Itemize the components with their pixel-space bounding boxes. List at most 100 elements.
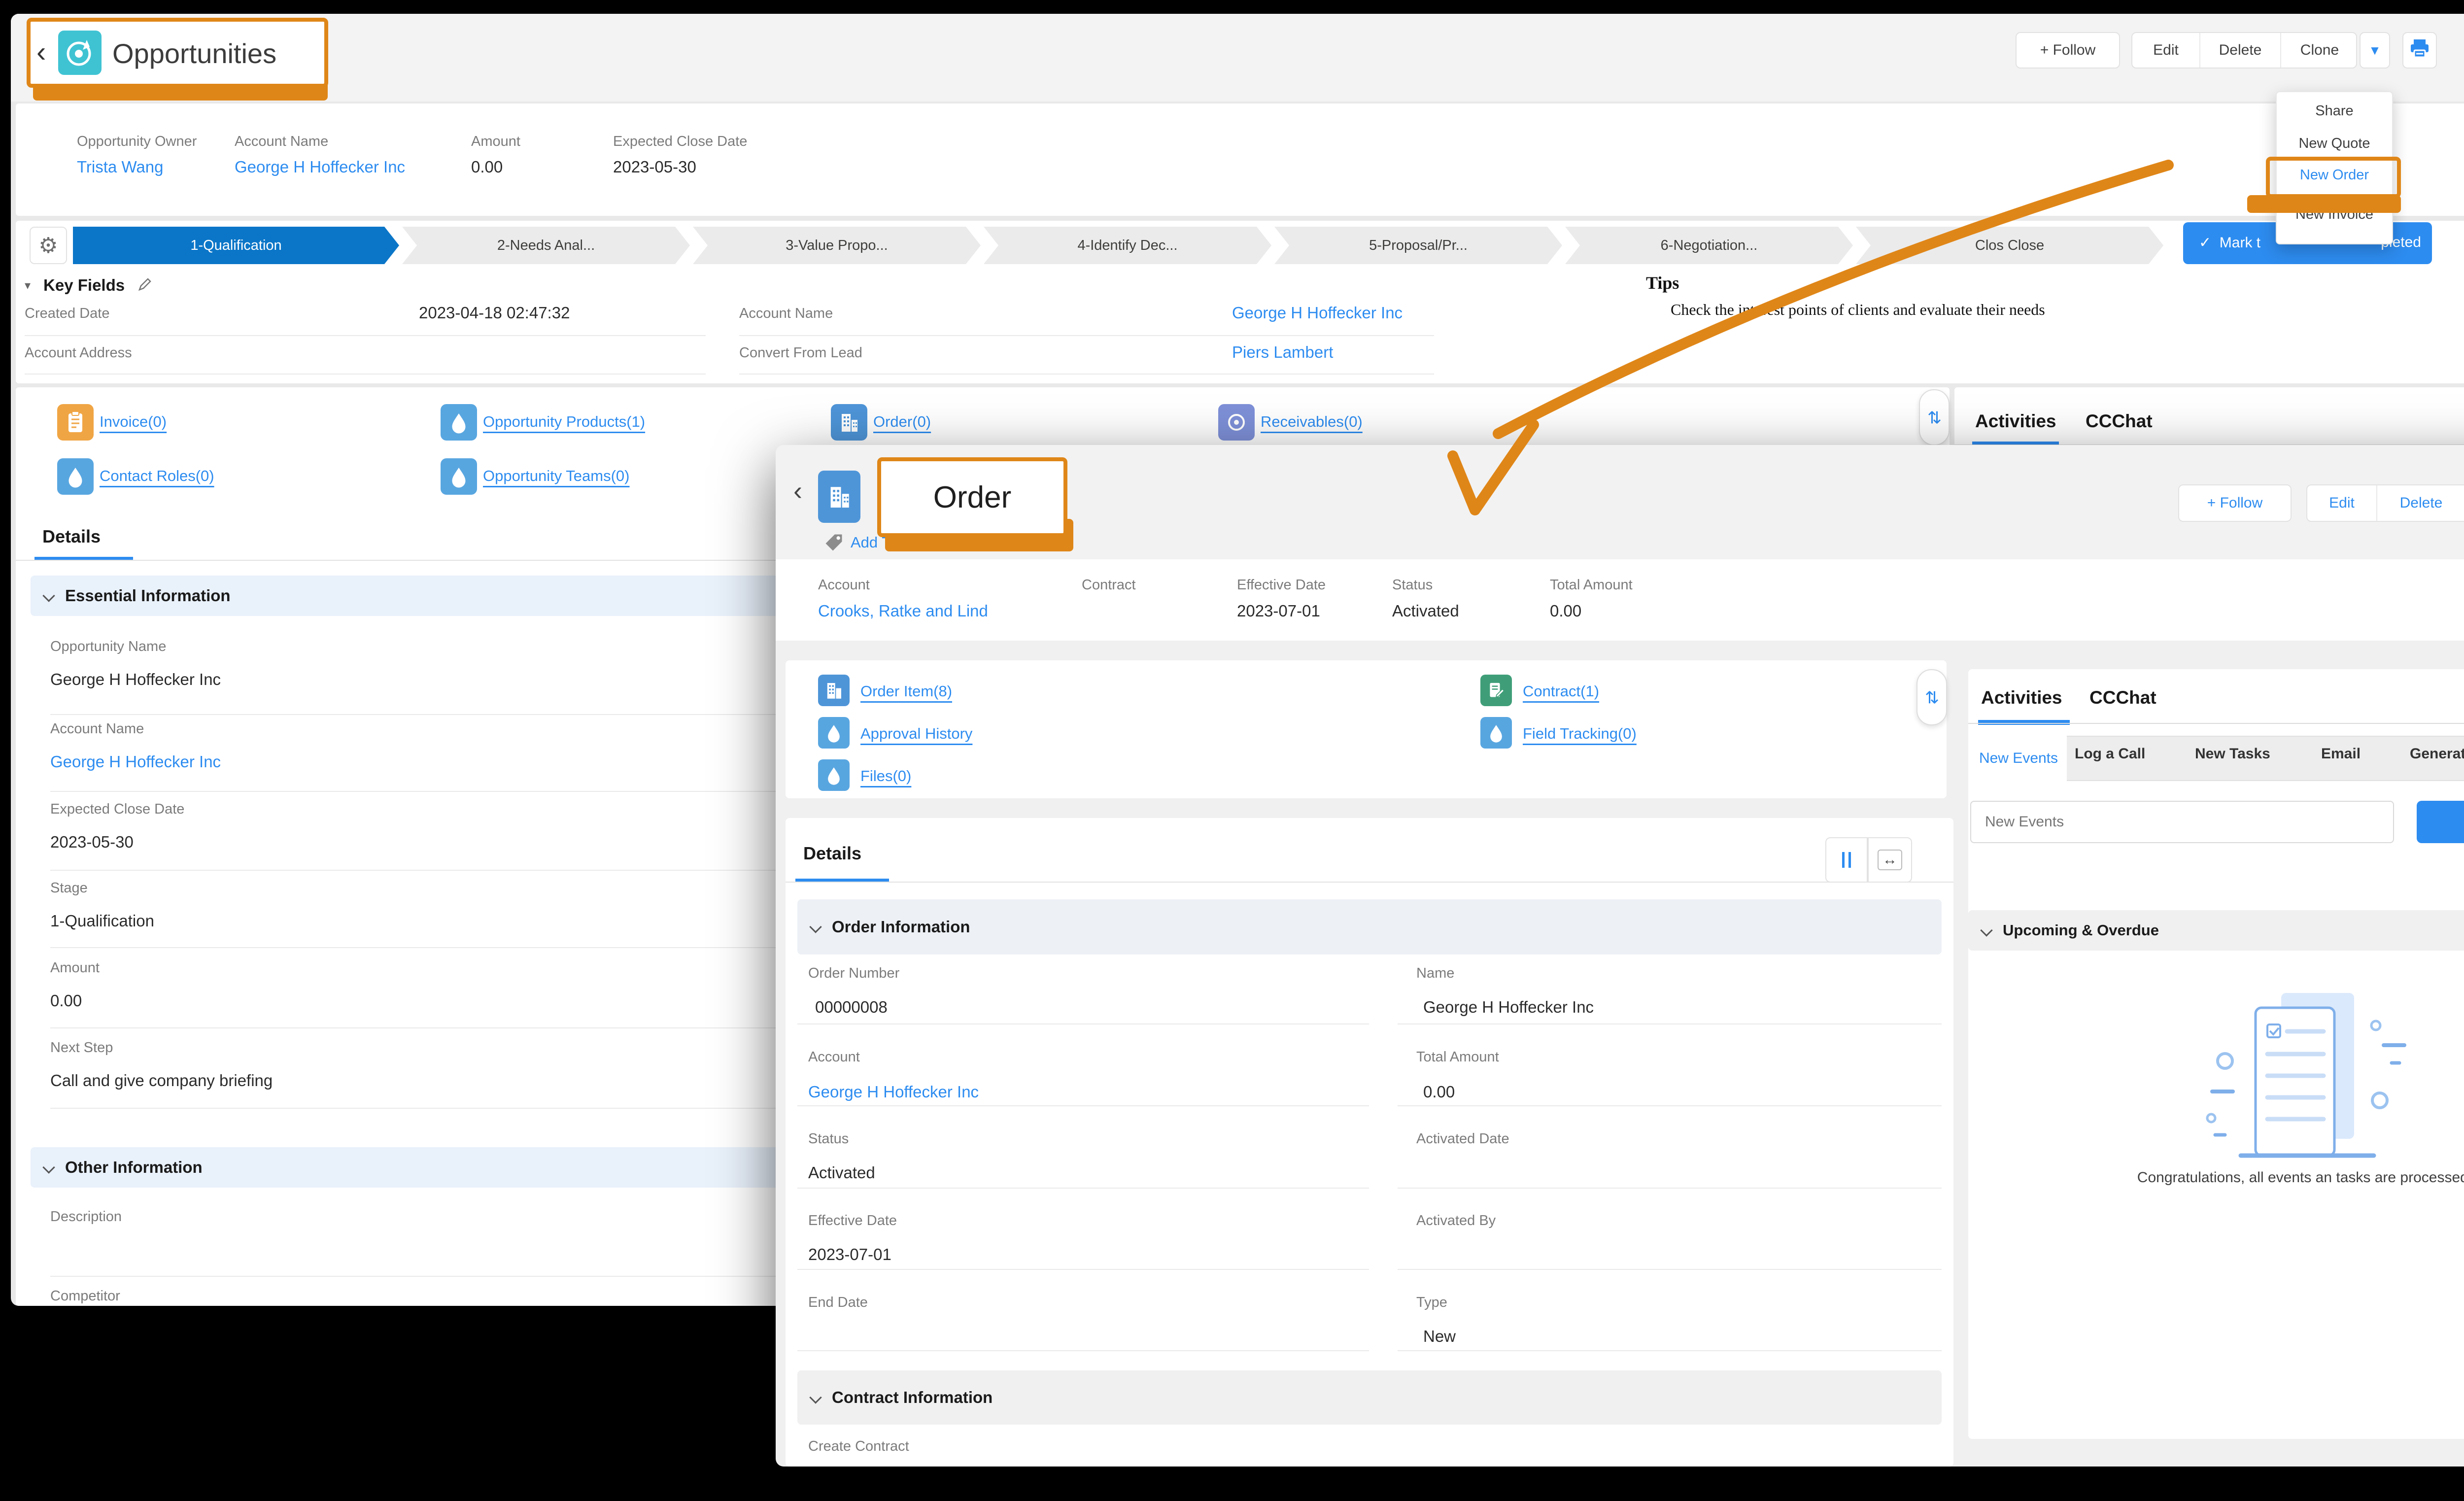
refresh-expand-links[interactable]: Refresh · Expand All — [2254, 878, 2464, 894]
popup-back-chevron-icon[interactable]: ‹ — [793, 476, 802, 506]
order-information-header[interactable]: Order Information — [797, 899, 1942, 955]
subtab-generate-document[interactable]: Generate Document — [2410, 746, 2464, 762]
field-account-name-label: Account Name — [50, 721, 144, 737]
subtab-email-label: Email — [2321, 746, 2361, 762]
kf-account-name-value[interactable]: George H Hoffecker Inc — [1232, 304, 1403, 322]
popup-related-contract-link[interactable]: Contract(1) — [1523, 682, 1599, 700]
po-total-amount-label: Total Amount — [1416, 1049, 1499, 1065]
subtab-log-a-call[interactable]: Log a Call — [2075, 746, 2145, 762]
popup-related-order-item-link[interactable]: Order Item(8) — [860, 682, 952, 700]
divider — [25, 335, 706, 336]
po-total-amount-value: 0.00 — [1423, 1083, 1455, 1101]
clone-button[interactable]: Clone — [2280, 33, 2358, 68]
order-annotation-box: Order — [877, 457, 1067, 537]
popup-details-tab[interactable]: Details — [803, 843, 861, 864]
related-invoice-link[interactable]: Invoice(0) — [100, 413, 167, 431]
essential-information-title: Essential Information — [65, 586, 231, 605]
popup-related-approval-history-link[interactable]: Approval History — [860, 725, 972, 743]
main-collapse-handle[interactable]: ⇄ — [1919, 389, 1950, 445]
popup-tabs-baseline — [1968, 723, 2464, 724]
subtab-new-events-label: New Events — [1979, 750, 2058, 767]
mark-button-left-fragment: ✓ Mark t — [2199, 234, 2260, 251]
divider — [1398, 1023, 1942, 1024]
po-account-value[interactable]: George H Hoffecker Inc — [808, 1083, 979, 1101]
popup-related-field-tracking-link[interactable]: Field Tracking(0) — [1523, 725, 1637, 743]
stage-label: Clos Close — [1975, 238, 2044, 254]
kf-created-date-label: Created Date — [25, 306, 110, 322]
popup-tab-ccchat[interactable]: CCChat — [2089, 687, 2156, 708]
opportunity-products-icon — [441, 404, 477, 441]
expand-columns-button[interactable]: ↔ — [1868, 837, 1912, 883]
stage-label: 6-Negotiation... — [1661, 238, 1758, 254]
tips-text: Check the interest points of clients and… — [1671, 301, 2045, 319]
follow-button[interactable]: + Follow — [2016, 32, 2120, 68]
receivables-icon — [1218, 404, 1255, 441]
related-opportunity-products-link[interactable]: Opportunity Products(1) — [483, 413, 645, 431]
stage-label: 2-Needs Anal... — [497, 238, 595, 254]
kf-created-date-value: 2023-04-18 02:47:32 — [419, 304, 570, 322]
field-expected-close-date-label: Expected Close Date — [50, 801, 184, 818]
po-name-label: Name — [1416, 965, 1454, 982]
order-icon — [831, 404, 867, 441]
delete-button[interactable]: Delete — [2199, 33, 2280, 68]
subtab-new-tasks-label: New Tasks — [2195, 746, 2270, 762]
path-stage-needs-analysis[interactable]: 2-Needs Anal... — [402, 227, 690, 264]
subtab-new-events[interactable]: New Events — [1970, 734, 2067, 783]
divider — [797, 1350, 1369, 1351]
key-fields-header[interactable]: ▾ Key Fields — [25, 276, 152, 295]
back-chevron-icon[interactable]: ‹ — [36, 35, 46, 68]
subtab-email[interactable]: Email — [2321, 746, 2361, 762]
edit-button[interactable]: Edit — [2132, 33, 2199, 68]
path-stage-close[interactable]: Clos Close — [1856, 227, 2163, 264]
menu-item-new-quote[interactable]: New Quote — [2277, 136, 2392, 152]
go-to-calendar-button[interactable]: Go to Calendar — [2417, 801, 2464, 843]
field-description-label: Description — [50, 1209, 122, 1225]
popup-related-files-link[interactable]: Files(0) — [860, 767, 911, 785]
kf-convert-from-lead-value[interactable]: Piers Lambert — [1232, 343, 1333, 362]
path-stage-qualification[interactable]: 1-Qualification — [73, 227, 399, 264]
path-stage-proposal[interactable]: 5-Proposal/Pr... — [1274, 227, 1562, 264]
path-settings-button[interactable]: ⚙ — [30, 227, 67, 264]
subtab-new-tasks[interactable]: New Tasks — [2195, 746, 2270, 762]
path-stage-identify-decision[interactable]: 4-Identify Dec... — [984, 227, 1271, 264]
summary-value-account-name[interactable]: George H Hoffecker Inc — [235, 158, 405, 176]
divider — [797, 1023, 1369, 1024]
field-account-name-value[interactable]: George H Hoffecker Inc — [50, 752, 221, 771]
more-actions-button[interactable]: ▼ — [2360, 32, 2390, 68]
field-amount-label: Amount — [50, 960, 100, 976]
popup-edit-button[interactable]: Edit — [2307, 485, 2376, 521]
contract-information-header[interactable]: Contract Information — [797, 1370, 1942, 1425]
popup-summary-status-label: Status — [1392, 577, 1433, 593]
field-amount-value: 0.00 — [50, 991, 82, 1010]
popup-delete-button[interactable]: Delete — [2376, 485, 2464, 521]
main-details-tab[interactable]: Details — [42, 526, 101, 547]
related-contact-roles-link[interactable]: Contact Roles(0) — [100, 467, 214, 485]
edit-pencil-icon[interactable] — [137, 277, 152, 294]
upcoming-overdue-header[interactable]: Upcoming & Overdue — [1968, 910, 2464, 951]
new-order-annotation-box — [2266, 157, 2401, 198]
popup-tab-activities[interactable]: Activities — [1981, 687, 2062, 708]
popup-collapse-handle[interactable]: ⇄ — [1916, 669, 1947, 725]
menu-item-share[interactable]: Share — [2277, 103, 2392, 119]
main-tab-activities[interactable]: Activities — [1975, 411, 2056, 432]
popup-follow-button[interactable]: + Follow — [2178, 484, 2292, 522]
related-order-link[interactable]: Order(0) — [873, 413, 931, 431]
popup-summary-account-value[interactable]: Crooks, Ratke and Lind — [818, 602, 988, 620]
related-receivables-link[interactable]: Receivables(0) — [1261, 413, 1363, 431]
kf-account-name-label: Account Name — [739, 306, 833, 322]
print-button[interactable] — [2402, 32, 2437, 68]
pause-tracking-button[interactable] — [1825, 837, 1868, 883]
popup-activities-underline — [1978, 720, 2070, 725]
subtab-generate-document-label: Generate Document — [2410, 746, 2464, 762]
new-events-input[interactable] — [1970, 801, 2394, 843]
chevron-down-icon — [809, 1391, 821, 1403]
path-stage-negotiation[interactable]: 6-Negotiation... — [1565, 227, 1853, 264]
main-tab-ccchat[interactable]: CCChat — [2086, 411, 2153, 432]
path-stage-value-proposition[interactable]: 3-Value Propo... — [693, 227, 981, 264]
field-next-step-value: Call and give company briefing — [50, 1071, 273, 1090]
popup-summary-effective-date-value: 2023-07-01 — [1237, 602, 1320, 620]
related-opportunity-teams-link[interactable]: Opportunity Teams(0) — [483, 467, 630, 485]
po-effective-date-label: Effective Date — [808, 1213, 897, 1229]
swap-arrows-icon: ⇄ — [1924, 410, 1944, 425]
summary-value-opportunity-owner[interactable]: Trista Wang — [77, 158, 163, 176]
